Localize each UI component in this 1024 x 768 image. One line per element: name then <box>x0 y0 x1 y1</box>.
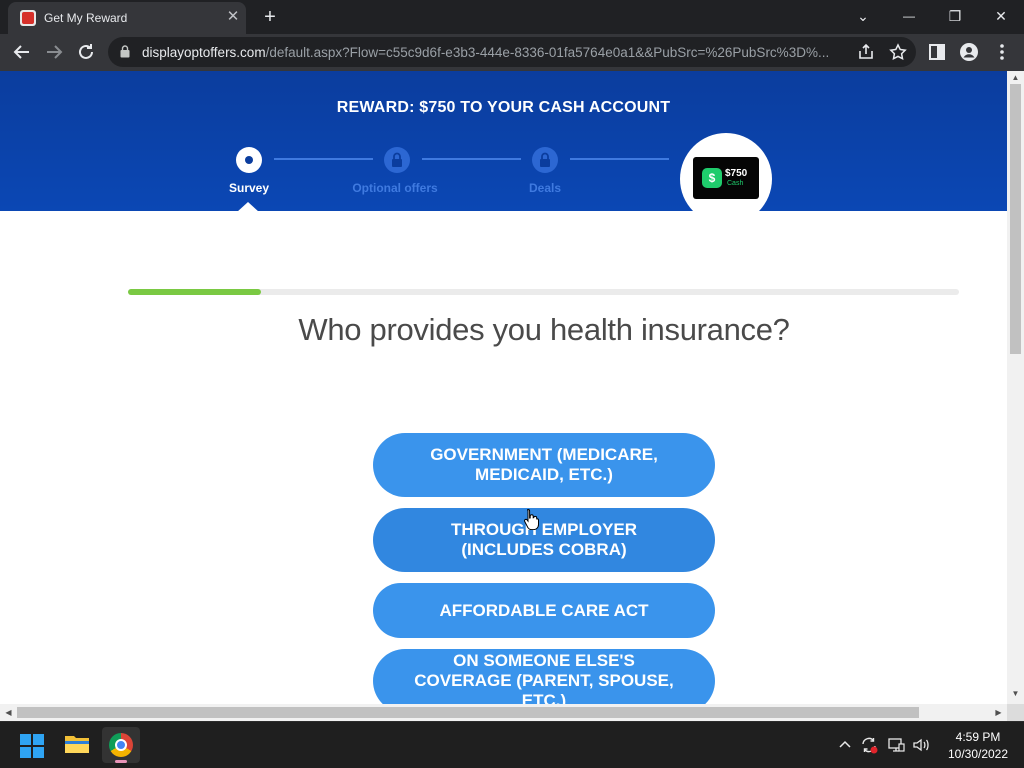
cash-amount: $750 <box>725 168 748 179</box>
answer-employer-button[interactable]: THROUGH EMPLOYER (INCLUDES COBRA) <box>373 508 715 572</box>
display-icon[interactable] <box>886 735 906 755</box>
step-connector <box>570 158 669 160</box>
vertical-scrollbar[interactable]: ▲ ▼ <box>1007 71 1024 704</box>
survey-progress-bar <box>128 289 959 295</box>
step-label-deals: Deals <box>528 181 562 195</box>
survey-progress-fill <box>128 289 261 295</box>
site-favicon-icon <box>20 10 36 26</box>
tab-title: Get My Reward <box>44 11 128 25</box>
tab-strip: Get My Reward ✕ + ⌄ — ❐ ✕ <box>0 0 1024 34</box>
answer-aca-button[interactable]: AFFORDABLE CARE ACT <box>373 583 715 638</box>
lock-icon <box>384 147 410 173</box>
step-survey-indicator <box>236 147 262 173</box>
new-tab-button[interactable]: + <box>258 6 282 28</box>
cash-card: $ $750 Cash <box>693 157 759 199</box>
browser-tab[interactable]: Get My Reward ✕ <box>8 2 246 34</box>
scrollbar-corner <box>1007 704 1024 721</box>
star-icon[interactable] <box>886 40 910 64</box>
reward-header: REWARD: $750 TO YOUR CASH ACCOUNT Survey… <box>0 71 1007 225</box>
browser-toolbar: displayoptoffers.com/default.aspx?Flow=c… <box>0 34 1024 71</box>
answer-someone-else-button[interactable]: ON SOMEONE ELSE'S COVERAGE (PARENT, SPOU… <box>373 649 715 704</box>
side-panel-icon[interactable] <box>925 40 949 64</box>
page-viewport: REWARD: $750 TO YOUR CASH ACCOUNT Survey… <box>0 71 1007 704</box>
lock-icon <box>532 147 558 173</box>
forward-arrow-icon[interactable] <box>42 40 66 64</box>
url-text[interactable]: displayoptoffers.com/default.aspx?Flow=c… <box>142 45 842 60</box>
step-label-optional-offers: Optional offers <box>352 181 438 195</box>
kebab-menu-icon[interactable] <box>990 40 1014 64</box>
minimize-button[interactable]: — <box>892 4 926 28</box>
file-explorer-icon[interactable] <box>64 733 90 755</box>
profile-icon[interactable] <box>957 40 981 64</box>
tab-close-icon[interactable]: ✕ <box>224 8 242 26</box>
share-icon[interactable] <box>854 40 878 64</box>
scroll-left-arrow-icon[interactable]: ◀ <box>0 706 17 719</box>
answer-government-button[interactable]: GOVERNMENT (MEDICARE, MEDICAID, ETC.) <box>373 433 715 497</box>
step-connector <box>422 158 521 160</box>
volume-icon[interactable] <box>911 735 931 755</box>
hand-cursor-icon <box>524 508 539 530</box>
step-label-survey: Survey <box>228 181 270 195</box>
tab-search-button[interactable]: ⌄ <box>846 4 880 28</box>
restore-button[interactable]: ❐ <box>938 4 972 28</box>
reload-icon[interactable] <box>74 40 98 64</box>
scroll-up-arrow-icon[interactable]: ▲ <box>1007 71 1024 84</box>
step-connector <box>274 158 373 160</box>
cash-label: Cash <box>727 180 744 187</box>
back-arrow-icon[interactable] <box>10 40 34 64</box>
close-window-button[interactable]: ✕ <box>984 4 1018 28</box>
horizontal-scrollbar-thumb[interactable] <box>17 707 919 718</box>
vertical-scrollbar-thumb[interactable] <box>1010 84 1021 354</box>
clock-time[interactable]: 4:59 PM <box>938 730 1018 744</box>
survey-question: Who provides you health insurance? <box>298 312 790 347</box>
windows-start-icon[interactable] <box>20 734 44 758</box>
reward-title: REWARD: $750 TO YOUR CASH ACCOUNT <box>336 99 671 116</box>
active-app-indicator <box>115 760 127 763</box>
dollar-icon: $ <box>702 168 722 188</box>
chrome-taskbar-button[interactable] <box>102 727 140 763</box>
horizontal-scrollbar[interactable]: ◀ ▶ <box>0 704 1007 721</box>
chevron-up-icon[interactable] <box>835 735 855 755</box>
address-bar[interactable]: displayoptoffers.com/default.aspx?Flow=c… <box>108 37 916 67</box>
scroll-down-arrow-icon[interactable]: ▼ <box>1007 687 1024 700</box>
clock-date[interactable]: 10/30/2022 <box>938 747 1018 761</box>
lock-icon <box>120 45 130 58</box>
chrome-icon <box>109 733 133 757</box>
sync-icon[interactable] <box>859 735 879 755</box>
scroll-right-arrow-icon[interactable]: ▶ <box>990 706 1007 719</box>
taskbar: 4:59 PM 10/30/2022 <box>0 721 1024 768</box>
